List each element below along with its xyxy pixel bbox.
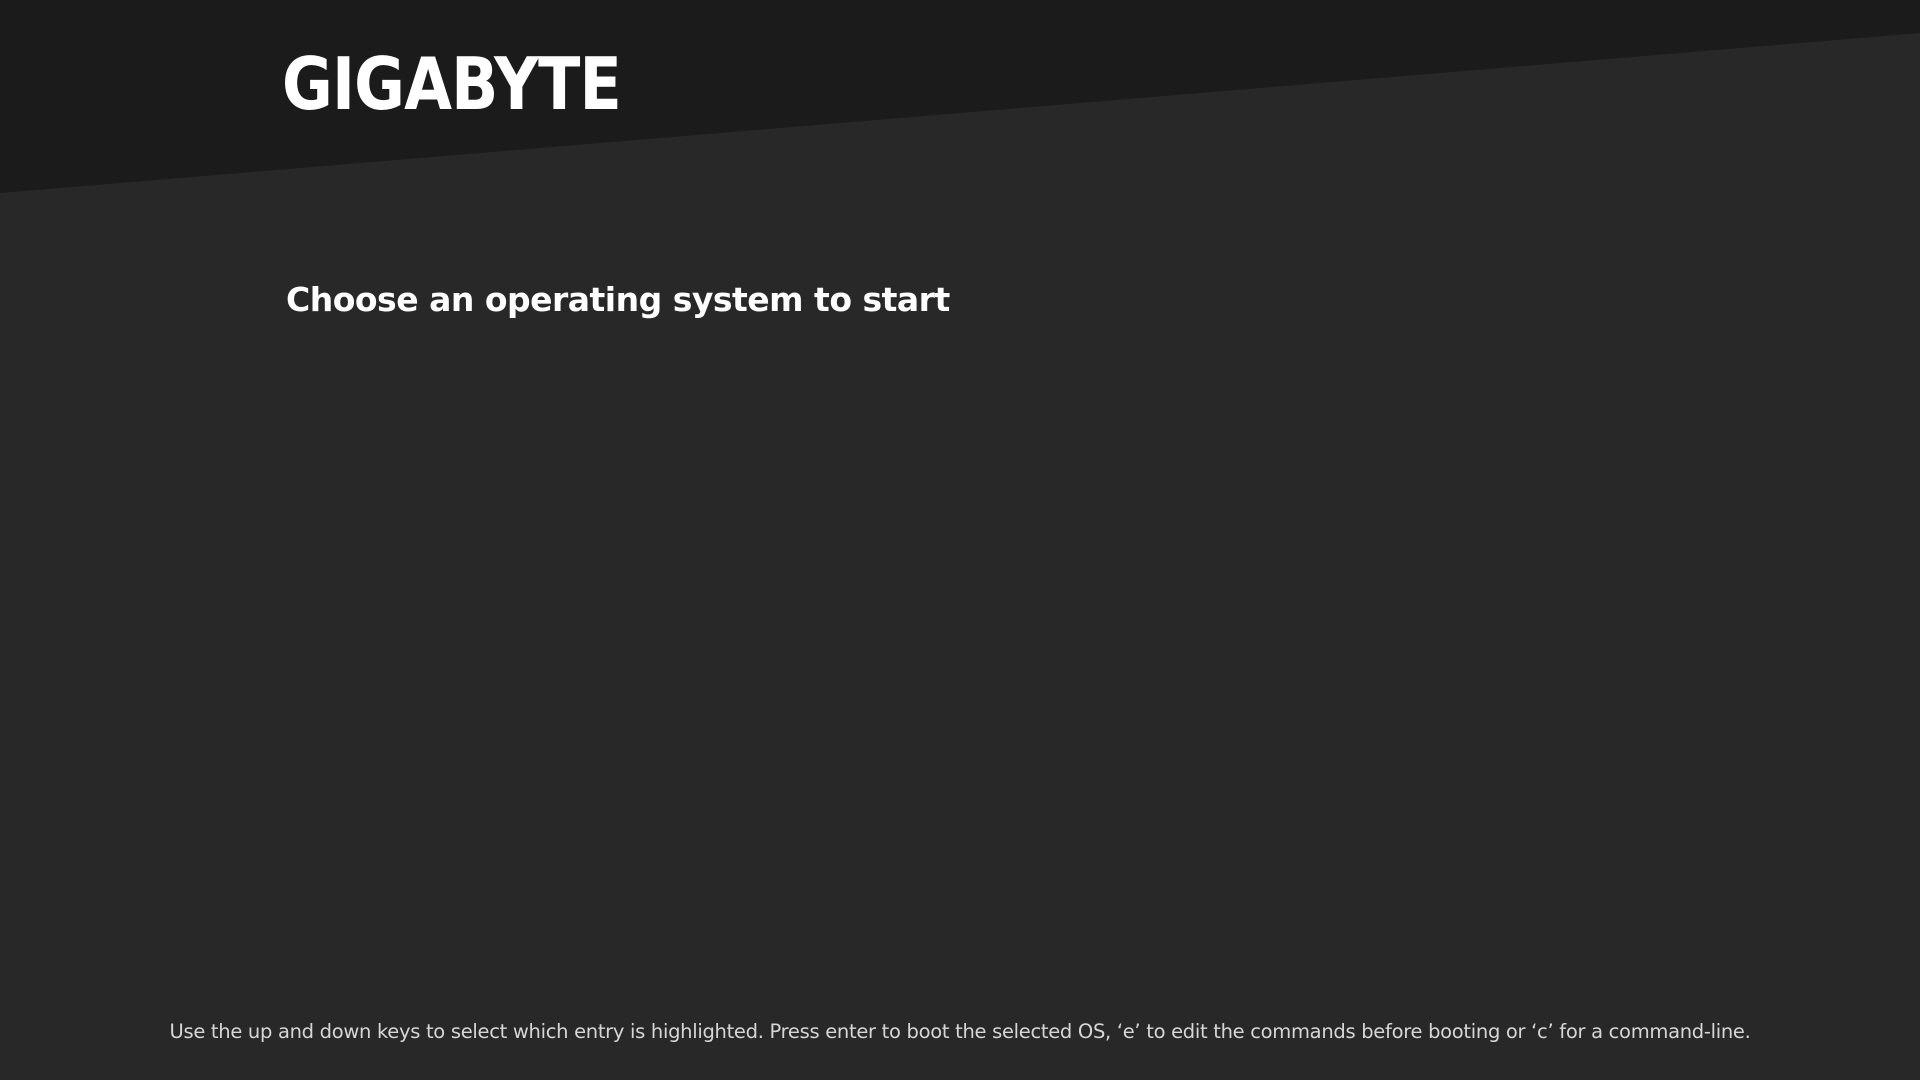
page-title: Choose an operating system to start xyxy=(286,280,950,319)
keyboard-help-text: Use the up and down keys to select which… xyxy=(169,1020,1751,1043)
gigabyte-logo: GIGABYTE xyxy=(282,42,622,126)
boot-entry-list[interactable] xyxy=(286,350,1634,950)
boot-menu-screen: GIGABYTE Choose an operating system to s… xyxy=(0,0,1920,1080)
